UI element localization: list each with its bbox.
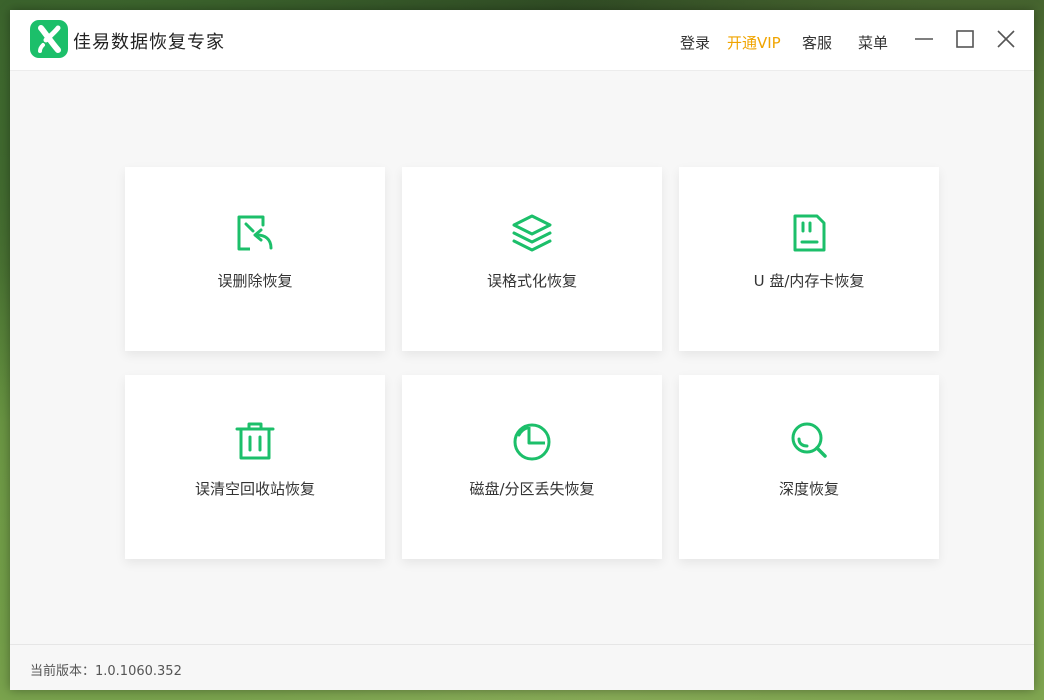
card-format-recovery[interactable]: 误格式化恢复 — [402, 167, 662, 351]
app-logo-icon — [30, 20, 68, 58]
support-link[interactable]: 客服 — [802, 32, 832, 53]
login-link[interactable]: 登录 — [680, 32, 710, 53]
layers-icon — [512, 214, 552, 252]
card-usb-card-recovery[interactable]: U 盘/内存卡恢复 — [679, 167, 939, 351]
version-text: 当前版本：1.0.1060.352 — [30, 664, 182, 679]
minimize-button[interactable] — [913, 28, 935, 50]
maximize-icon — [956, 30, 974, 48]
maximize-button[interactable] — [954, 28, 976, 50]
status-bar: 当前版本：1.0.1060.352 — [10, 644, 1034, 690]
card-deleted-recovery[interactable]: 误删除恢复 — [125, 167, 385, 351]
pie-chart-icon — [513, 423, 551, 461]
card-recycle-bin-recovery[interactable]: 误清空回收站恢复 — [125, 375, 385, 559]
card-label: 磁盘/分区丢失恢复 — [469, 480, 595, 498]
close-icon — [997, 30, 1015, 48]
card-label: 误删除恢复 — [217, 272, 293, 290]
main-area: 误删除恢复 误格式化恢复 U 盘/内存卡恢复 误清空回收站恢复 磁盘/分区丢失恢… — [10, 71, 1034, 643]
vip-link[interactable]: 开通VIP — [727, 32, 781, 53]
trash-icon — [235, 422, 275, 460]
menu-link[interactable]: 菜单 — [858, 32, 888, 53]
app-title: 佳易数据恢复专家 — [73, 32, 225, 53]
sd-card-icon — [793, 214, 826, 252]
card-label: 误清空回收站恢复 — [194, 480, 315, 498]
restore-file-icon — [237, 215, 273, 251]
close-button[interactable] — [995, 28, 1017, 50]
title-bar: 佳易数据恢复专家 登录 开通VIP 客服 菜单 — [10, 10, 1034, 71]
card-label: 深度恢复 — [778, 480, 839, 498]
search-icon — [791, 422, 827, 458]
card-label: U 盘/内存卡恢复 — [753, 272, 865, 290]
minimize-icon — [915, 38, 933, 40]
card-deep-recovery[interactable]: 深度恢复 — [679, 375, 939, 559]
app-window: 佳易数据恢复专家 登录 开通VIP 客服 菜单 误删除恢复 误格式化恢复 U 盘… — [10, 10, 1034, 690]
card-label: 误格式化恢复 — [486, 272, 577, 290]
card-partition-recovery[interactable]: 磁盘/分区丢失恢复 — [402, 375, 662, 559]
